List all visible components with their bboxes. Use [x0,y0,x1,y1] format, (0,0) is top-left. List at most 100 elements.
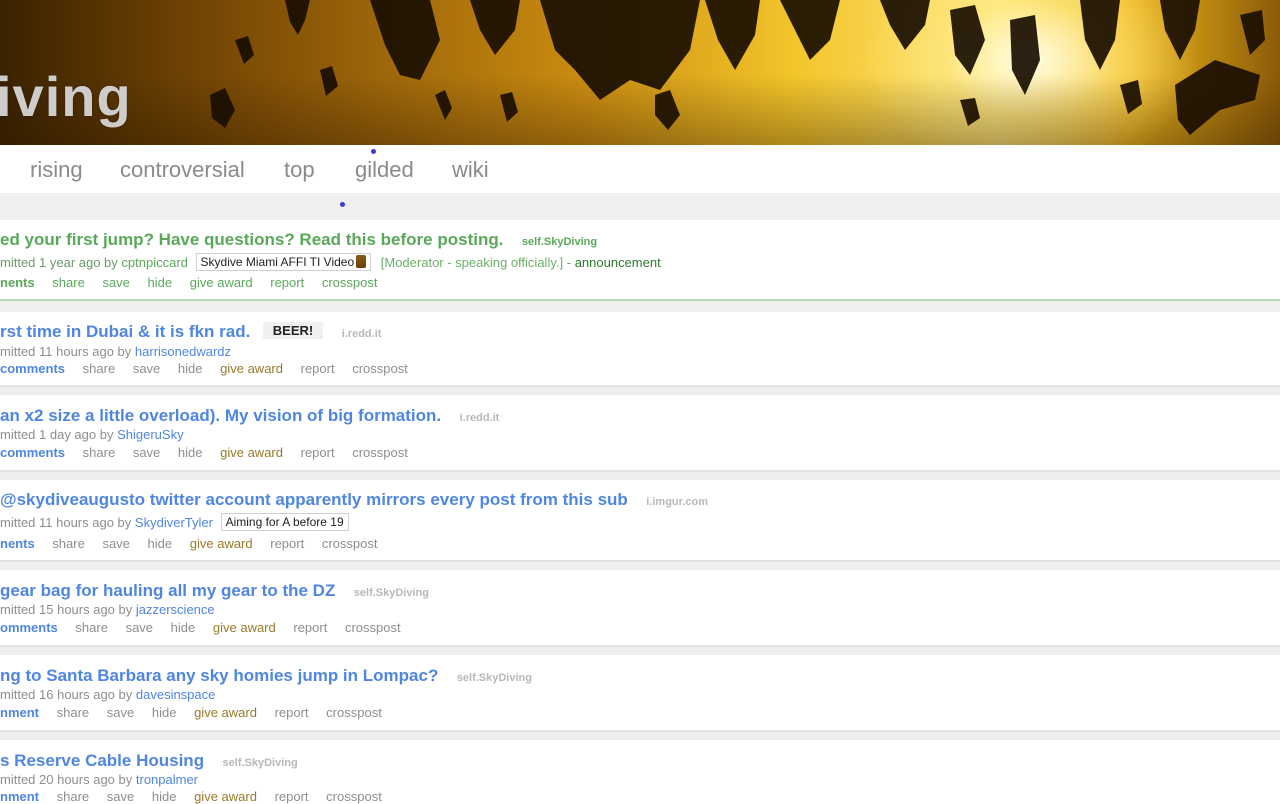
report-button[interactable]: report [275,705,309,720]
post-tag: BEER! [262,322,324,339]
flair-emoji-icon [356,255,367,268]
report-button[interactable]: report [270,536,304,551]
crosspost-button[interactable]: crosspost [352,361,408,376]
post-card: gear bag for hauling all my gear to the … [0,570,1280,645]
report-button[interactable]: report [301,361,335,376]
give-award-button[interactable]: give award [194,789,257,804]
post-separator [0,470,1280,480]
post-author[interactable]: cptnpiccard [121,255,187,270]
post-meta: mitted 11 hours ago by [0,515,132,530]
tab-gilded[interactable]: gilded [355,157,414,183]
report-button[interactable]: report [293,620,327,635]
post-author[interactable]: tronpalmer [136,772,198,787]
post-card: @skydiveaugusto twitter account apparent… [0,480,1280,560]
save-button[interactable]: save [107,705,134,720]
save-button[interactable]: save [133,361,160,376]
report-button[interactable]: report [275,789,309,804]
post-separator [0,299,1280,312]
report-button[interactable]: report [270,275,304,290]
comments-link[interactable]: comments [0,445,65,460]
share-button[interactable]: share [52,536,85,551]
crosspost-button[interactable]: crosspost [352,445,408,460]
post-author[interactable]: SkydiverTyler [135,515,213,530]
give-award-button[interactable]: give award [220,361,283,376]
user-flair: Aiming for A before 19 [220,513,349,531]
give-award-button[interactable]: give award [213,620,276,635]
share-button[interactable]: share [75,620,108,635]
give-award-button[interactable]: give award [194,705,257,720]
share-button[interactable]: share [52,275,85,290]
tab-wiki[interactable]: wiki [452,157,489,183]
hide-button[interactable]: hide [152,705,177,720]
post-author[interactable]: ShigeruSky [117,427,183,442]
hide-button[interactable]: hide [148,536,173,551]
user-flair: Skydive Miami AFFI TI Video [195,253,372,271]
share-button[interactable]: share [57,705,90,720]
crosspost-button[interactable]: crosspost [345,620,401,635]
user-flair-text: Skydive Miami AFFI TI Video [200,255,355,269]
crosspost-button[interactable]: crosspost [322,275,378,290]
crosspost-button[interactable]: crosspost [322,536,378,551]
skydivers-silhouettes [210,0,1265,135]
post-separator [0,645,1280,655]
crosspost-button[interactable]: crosspost [326,789,382,804]
crosspost-button[interactable]: crosspost [326,705,382,720]
post-meta: mitted 1 year ago by [0,255,118,270]
hide-button[interactable]: hide [178,445,203,460]
post-domain[interactable]: self.SkyDiving [522,236,597,248]
post-domain[interactable]: i.redd.it [460,412,500,424]
post-author[interactable]: davesinspace [136,687,216,702]
share-button[interactable]: share [83,445,116,460]
post-meta: mitted 1 day ago by [0,427,114,442]
post-domain[interactable]: self.SkyDiving [457,672,532,684]
save-button[interactable]: save [133,445,160,460]
comments-link[interactable]: comments [0,361,65,376]
post-separator [0,385,1280,395]
post-domain[interactable]: i.imgur.com [646,496,708,508]
comments-link[interactable]: nents [0,275,35,290]
save-button[interactable]: save [102,275,129,290]
give-award-button[interactable]: give award [190,275,253,290]
share-button[interactable]: share [83,361,116,376]
post-title[interactable]: s Reserve Cable Housing [0,751,204,770]
post-card: ng to Santa Barbara any sky homies jump … [0,655,1280,730]
post-author[interactable]: harrisonedwardz [135,344,231,359]
hide-button[interactable]: hide [178,361,203,376]
post-title[interactable]: ed your first jump? Have questions? Read… [0,230,503,249]
post-title[interactable]: an x2 size a little overload). My vision… [0,406,441,425]
moderator-tag: [Moderator - speaking officially.] [380,255,564,270]
hide-button[interactable]: hide [152,789,177,804]
comments-link[interactable]: omments [0,620,58,635]
post-author[interactable]: jazzerscience [136,602,215,617]
post-card: s Reserve Cable Housing self.SkyDiving m… [0,740,1280,804]
give-award-button[interactable]: give award [220,445,283,460]
post-meta: mitted 20 hours ago by [0,772,133,787]
save-button[interactable]: save [102,536,129,551]
post-separator [0,730,1280,740]
post-domain[interactable]: self.SkyDiving [354,587,429,599]
share-button[interactable]: share [57,789,90,804]
post-domain[interactable]: i.redd.it [342,328,382,340]
hide-button[interactable]: hide [171,620,196,635]
give-award-button[interactable]: give award [190,536,253,551]
post-title[interactable]: gear bag for hauling all my gear to the … [0,581,335,600]
report-button[interactable]: report [301,445,335,460]
post-meta: mitted 15 hours ago by [0,602,133,617]
post-title[interactable]: @skydiveaugusto twitter account apparent… [0,490,628,509]
post-domain[interactable]: self.SkyDiving [223,757,298,769]
post-title[interactable]: rst time in Dubai & it is fkn rad. [0,322,250,341]
post-title[interactable]: ng to Santa Barbara any sky homies jump … [0,666,438,685]
comments-link[interactable]: nment [0,789,39,804]
post-meta: mitted 11 hours ago by [0,344,132,359]
save-button[interactable]: save [107,789,134,804]
post-card: ed your first jump? Have questions? Read… [0,220,1280,300]
tab-rising[interactable]: rising [30,157,83,183]
tab-top[interactable]: top [284,157,315,183]
tab-divider [0,193,1280,220]
tab-bar: rising controversial top gilded wiki [0,145,1280,193]
hide-button[interactable]: hide [148,275,173,290]
tab-controversial[interactable]: controversial [120,157,245,183]
save-button[interactable]: save [126,620,153,635]
comments-link[interactable]: nents [0,536,35,551]
comments-link[interactable]: nment [0,705,39,720]
